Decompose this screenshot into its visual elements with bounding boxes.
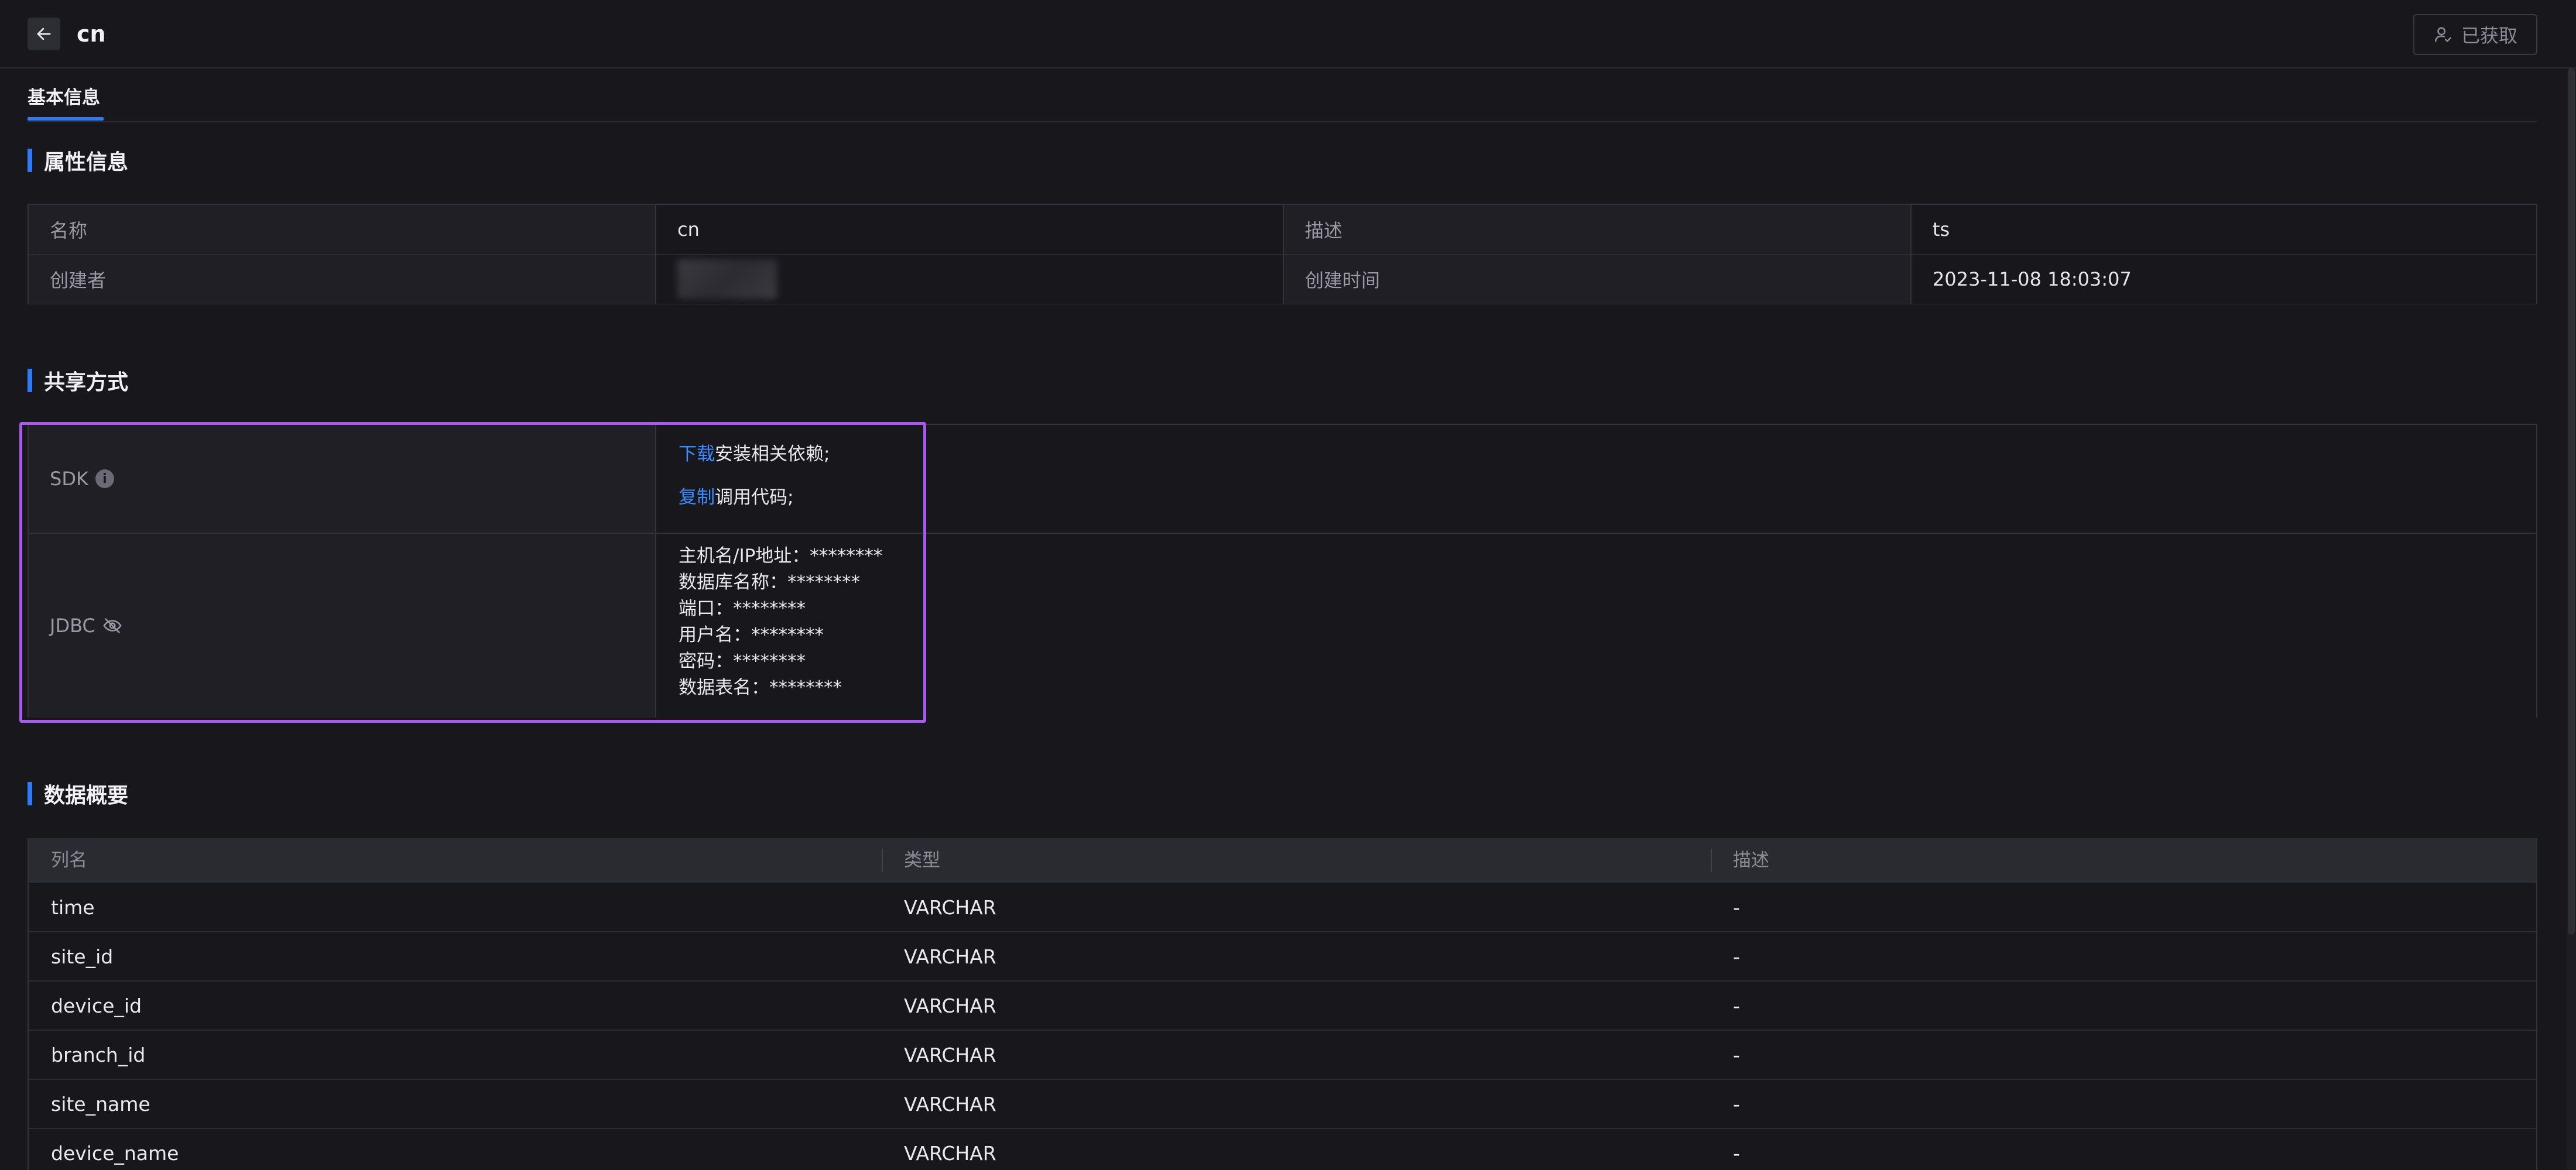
cell-column-type: VARCHAR [904, 994, 996, 1017]
section-title-text: 数据概要 [44, 784, 129, 808]
copy-link[interactable]: 复制 [679, 487, 715, 508]
page: cn 已获取 基本信息 属性信息 名称 cn 描述 ts 创建者 创建时间 20… [0, 0, 2576, 1170]
column-header-description: 描述 [1711, 838, 2536, 883]
cell-column-name: branch_id [51, 1044, 146, 1066]
attr-label-creator: 创建者 [29, 255, 656, 304]
table-row: site_id VARCHAR - [29, 932, 2536, 982]
column-header-type: 类型 [882, 838, 1711, 883]
scrollbar-thumb[interactable] [2568, 68, 2575, 935]
attr-label-created-time: 创建时间 [1284, 255, 1912, 304]
cell-column-type: VARCHAR [904, 1093, 996, 1116]
column-header-description-text: 描述 [1733, 850, 1769, 871]
sdk-line2-text: 调用代码; [715, 487, 794, 508]
attr-value-description: ts [1912, 205, 2536, 254]
sdk-label: SDK [50, 468, 88, 490]
jdbc-password: 密码：******** [679, 651, 806, 672]
cell-column-type: VARCHAR [904, 945, 996, 968]
cell-column-type: VARCHAR [904, 896, 996, 919]
attr-label-name: 名称 [29, 205, 656, 254]
column-header-name: 列名 [51, 850, 87, 871]
sdk-line1-text: 安装相关依赖; [715, 444, 830, 465]
column-separator [1711, 849, 1712, 872]
section-title-overview: 数据概要 [28, 781, 129, 808]
section-accent-bar [28, 782, 32, 805]
jdbc-port: 端口：******** [679, 598, 806, 619]
attributes-row: 创建者 创建时间 2023-11-08 18:03:07 [29, 255, 2536, 304]
jdbc-label-cell: JDBC [29, 534, 656, 718]
attr-value-created-time: 2023-11-08 18:03:07 [1912, 255, 2536, 304]
table-header: 列名 类型 描述 [29, 838, 2536, 883]
jdbc-content: 主机名/IP地址：******** 数据库名称：******** 端口：****… [656, 534, 2536, 718]
user-check-icon [2434, 27, 2452, 42]
cell-column-description: - [1733, 994, 1740, 1017]
download-link[interactable]: 下载 [679, 444, 715, 465]
cell-column-description: - [1733, 945, 1740, 968]
section-title-text: 属性信息 [44, 150, 129, 174]
data-overview-table: 列名 类型 描述 time VARCHAR - site_id VARCHAR … [28, 838, 2537, 1170]
redacted-creator [677, 259, 777, 299]
share-row-sdk: SDK i 下载安装相关依赖; 复制调用代码; [29, 425, 2536, 534]
column-header-type-text: 类型 [904, 850, 940, 871]
back-button[interactable] [28, 18, 60, 50]
eye-off-icon[interactable] [102, 616, 122, 636]
sdk-label-cell: SDK i [29, 425, 656, 533]
jdbc-database: 数据库名称：******** [679, 572, 860, 593]
attr-label-description: 描述 [1284, 205, 1912, 254]
attributes-row: 名称 cn 描述 ts [29, 205, 2536, 255]
cell-column-description: - [1733, 1142, 1740, 1165]
cell-column-description: - [1733, 1044, 1740, 1066]
table-row: device_id VARCHAR - [29, 982, 2536, 1031]
attr-value-creator [656, 255, 1284, 304]
jdbc-label: JDBC [50, 615, 95, 637]
cell-column-description: - [1733, 896, 1740, 919]
table-row: branch_id VARCHAR - [29, 1031, 2536, 1080]
share-methods-table: SDK i 下载安装相关依赖; 复制调用代码; JDBC 主机名/IP地址：**… [28, 424, 2537, 718]
table-row: device_name VARCHAR - [29, 1129, 2536, 1170]
arrow-left-icon [37, 28, 51, 40]
table-row: site_name VARCHAR - [29, 1080, 2536, 1129]
jdbc-username: 用户名：******** [679, 625, 824, 646]
cell-column-name: device_id [51, 994, 142, 1017]
table-row: time VARCHAR - [29, 883, 2536, 932]
jdbc-table: 数据表名：******** [679, 677, 842, 698]
page-header: cn 已获取 [0, 0, 2576, 68]
cell-column-name: site_name [51, 1093, 150, 1116]
section-title-share: 共享方式 [28, 368, 129, 394]
section-accent-bar [28, 149, 32, 172]
attributes-table: 名称 cn 描述 ts 创建者 创建时间 2023-11-08 18:03:07 [28, 204, 2537, 304]
cell-column-name: device_name [51, 1142, 179, 1165]
page-title: cn [77, 21, 106, 47]
section-title-attributes: 属性信息 [28, 147, 129, 174]
cell-column-type: VARCHAR [904, 1044, 996, 1066]
sdk-content: 下载安装相关依赖; 复制调用代码; [656, 425, 2536, 533]
section-accent-bar [28, 369, 32, 392]
attr-value-name: cn [656, 205, 1284, 254]
jdbc-host: 主机名/IP地址：******** [679, 545, 883, 567]
cell-column-name: time [51, 896, 95, 919]
cell-column-name: site_id [51, 945, 114, 968]
acquired-label: 已获取 [2461, 25, 2517, 47]
acquired-button[interactable]: 已获取 [2413, 14, 2537, 55]
share-row-jdbc: JDBC 主机名/IP地址：******** 数据库名称：******** 端口… [29, 534, 2536, 718]
cell-column-type: VARCHAR [904, 1142, 996, 1165]
section-title-text: 共享方式 [44, 370, 129, 394]
tab-bar: 基本信息 [28, 68, 2537, 122]
tab-basic-info[interactable]: 基本信息 [28, 83, 100, 109]
cell-column-description: - [1733, 1093, 1740, 1116]
info-icon[interactable]: i [95, 469, 114, 488]
active-tab-indicator [28, 117, 104, 121]
column-separator [882, 849, 883, 872]
